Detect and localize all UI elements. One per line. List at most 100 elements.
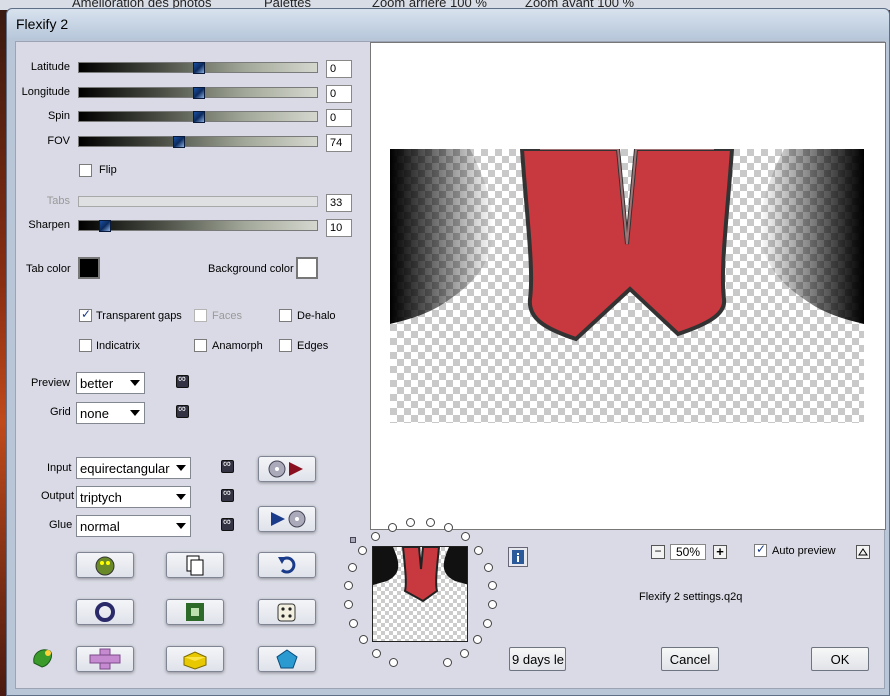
zoom-level[interactable]: 50% [670, 544, 706, 560]
output-link-icon[interactable] [221, 487, 234, 502]
spin-value[interactable]: 0 [326, 109, 352, 127]
edges-checkbox[interactable] [279, 339, 292, 352]
navigator-dial-dot[interactable] [474, 545, 484, 555]
trial-days-button[interactable]: 9 days le [509, 647, 566, 671]
undo-arrow-icon [278, 556, 296, 574]
navigator-dial-dot[interactable] [459, 648, 469, 658]
grid-select[interactable]: none [76, 402, 145, 424]
title-bar[interactable]: Flexify 2 [7, 9, 889, 39]
info-button[interactable] [508, 547, 528, 567]
grid-link-icon[interactable] [176, 403, 189, 418]
caret-up-icon [858, 548, 868, 556]
output-label: Output [41, 490, 75, 502]
glue-link-icon[interactable] [221, 516, 234, 531]
latitude-slider-thumb[interactable] [193, 62, 205, 74]
preview-canvas[interactable] [370, 42, 886, 530]
spin-label: Spin [47, 110, 70, 122]
info-icon [512, 550, 524, 564]
globe-tool-button[interactable] [76, 552, 134, 578]
preview-label: Preview [31, 377, 71, 389]
cancel-button[interactable]: Cancel [661, 647, 719, 671]
navigator-dial-dot[interactable] [460, 532, 470, 542]
background-color-swatch[interactable] [296, 257, 318, 279]
collapse-button[interactable] [856, 545, 870, 559]
zoom-in-button[interactable]: + [713, 545, 727, 559]
square-tool-button[interactable] [166, 599, 224, 625]
navigator-dial-dot[interactable] [442, 657, 452, 667]
navigator-dial-dot[interactable] [425, 517, 435, 527]
longitude-slider[interactable] [78, 87, 318, 99]
transparent-gaps-label: Transparent gaps [96, 310, 182, 322]
ok-button[interactable]: OK [811, 647, 869, 671]
output-projection-select[interactable]: triptych [76, 486, 191, 508]
zoom-out-button[interactable]: − [651, 545, 665, 559]
preview-link-icon[interactable] [176, 373, 189, 388]
circle-tool-button[interactable] [76, 599, 134, 625]
faces-label: Faces [212, 310, 242, 322]
navigator-dial-dot[interactable] [444, 522, 454, 532]
input-projection-select[interactable]: equirectangular [76, 457, 191, 479]
anamorph-checkbox[interactable] [194, 339, 207, 352]
spin-slider-thumb[interactable] [193, 111, 205, 123]
navigator-dial-dot[interactable] [483, 562, 493, 572]
anamorph-label: Anamorph [212, 340, 263, 352]
input-play-button[interactable] [258, 456, 316, 482]
navigator-dial-dot[interactable] [371, 532, 381, 542]
input-link-icon[interactable] [221, 458, 234, 473]
fov-value[interactable]: 74 [326, 134, 352, 152]
navigator-thumbnail[interactable] [372, 546, 468, 642]
preview-quality-value: better [80, 376, 114, 391]
pentagon-tool-button[interactable] [258, 646, 316, 672]
circle-icon [95, 602, 115, 622]
navigator-handle[interactable] [350, 537, 356, 543]
navigator-dial-dot[interactable] [343, 600, 353, 610]
random-button[interactable] [258, 599, 316, 625]
navigator-dial-dot[interactable] [387, 522, 397, 532]
navigator-dial-dot[interactable] [358, 635, 368, 645]
navigator-dial-dot[interactable] [372, 648, 382, 658]
transparent-gaps-checkbox[interactable] [79, 307, 92, 322]
navigator-dial-dot[interactable] [473, 635, 483, 645]
navigator-dial-dot[interactable] [348, 562, 358, 572]
navigator-dial-dot[interactable] [488, 581, 498, 591]
flip-checkbox[interactable] [79, 164, 92, 177]
auto-preview-checkbox[interactable] [754, 542, 767, 557]
background-color-label: Background color [208, 263, 294, 275]
cross-tool-button[interactable] [76, 646, 134, 672]
frog-globe-icon [95, 556, 115, 576]
block-tool-button[interactable] [166, 646, 224, 672]
edges-label: Edges [297, 340, 329, 352]
glue-select[interactable]: normal [76, 515, 191, 537]
pentagon-icon [276, 649, 298, 669]
longitude-value[interactable]: 0 [326, 85, 352, 103]
copy-button[interactable] [166, 552, 224, 578]
navigator-dial-dot[interactable] [406, 517, 416, 527]
preview-quality-select[interactable]: better [76, 372, 145, 394]
longitude-label: Longitude [21, 86, 70, 98]
output-play-button[interactable] [258, 506, 316, 532]
undo-button[interactable] [258, 552, 316, 578]
latitude-label: Latitude [30, 61, 70, 73]
input-label: Input [47, 462, 72, 474]
navigator-dial-dot[interactable] [483, 618, 493, 628]
spin-slider[interactable] [78, 111, 318, 123]
sharpen-slider[interactable] [78, 220, 318, 232]
tabs-value: 33 [326, 194, 352, 212]
navigator-dial-dot[interactable] [348, 618, 358, 628]
copy-pages-icon [186, 555, 204, 576]
fov-slider[interactable] [78, 136, 318, 148]
longitude-slider-thumb[interactable] [193, 87, 205, 99]
sharpen-slider-thumb[interactable] [99, 220, 111, 232]
fov-slider-thumb[interactable] [173, 136, 185, 148]
navigator-dial-dot[interactable] [357, 545, 367, 555]
latitude-value[interactable]: 0 [326, 60, 352, 78]
navigator-dial-dot[interactable] [488, 600, 498, 610]
de-halo-checkbox[interactable] [279, 309, 292, 322]
navigator-dial-dot[interactable] [389, 657, 399, 667]
latitude-slider[interactable] [78, 62, 318, 74]
navigator-dial-dot[interactable] [343, 581, 353, 591]
indicatrix-checkbox[interactable] [79, 339, 92, 352]
auto-preview-label: Auto preview [772, 545, 836, 557]
sharpen-value[interactable]: 10 [326, 219, 352, 237]
tab-color-swatch[interactable] [78, 257, 100, 279]
